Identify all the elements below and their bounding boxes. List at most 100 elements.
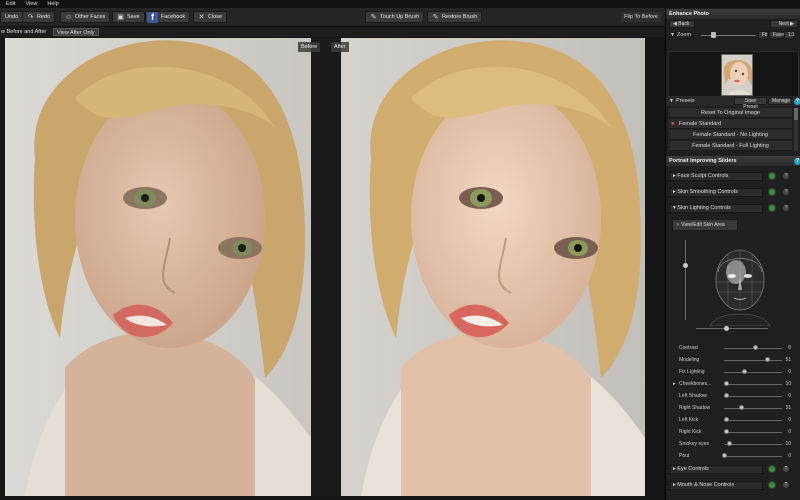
tab-before-and-after[interactable]: w Before and After [0,28,49,36]
presets-scrollbar[interactable] [794,108,798,151]
skin-smoothing-section[interactable]: ▸ Skin Smoothing Controls [669,188,763,197]
view-edit-skin-label: View/Edit Skin Area [681,222,725,228]
slider-knob[interactable] [724,429,730,434]
presets-header: ▼ Presets Save Preset Manage ? [666,96,800,110]
slider-track[interactable] [724,407,782,409]
face-sculpt-help-icon[interactable]: ? [782,172,790,180]
restore-brush-button[interactable]: ✎ Restore Brush [427,11,483,23]
slider-value: 10 [785,381,791,387]
close-icon: ✕ [198,13,205,21]
slider-track[interactable] [724,371,782,373]
slider-value: 0 [788,417,791,423]
slider-knob[interactable] [738,405,744,410]
view-edit-skin-button[interactable]: ♆ View/Edit Skin Area [672,219,738,231]
save-preset-button[interactable]: Save Preset [734,97,767,110]
slider-track[interactable] [724,455,782,457]
next-button[interactable]: Next ▶ [770,20,798,28]
light-direction-head[interactable] [706,244,774,327]
undo-label: Undo [5,14,19,20]
preset-item[interactable]: Female Standard - No Lighting [669,130,792,140]
menu-help[interactable]: Help [41,1,62,7]
light-rotation-slider[interactable] [696,328,768,329]
skin-lighting-toggle[interactable] [768,204,776,212]
slider-knob[interactable] [724,417,730,422]
mouth-nose-section[interactable]: ▸ Mouth & Nose Controls [669,481,763,490]
slider-track[interactable] [724,383,782,385]
mouth-nose-toggle[interactable] [768,481,776,489]
slider-track[interactable] [724,419,782,421]
other-faces-button[interactable]: ☺ Other Faces [60,11,111,23]
portrait-sliders-title: Portrait Improving Sliders [666,156,800,166]
eye-controls-toggle[interactable] [768,465,776,473]
redo-icon: ↷ [27,13,34,21]
close-button[interactable]: ✕ Close [193,11,228,23]
slider-value: 51 [785,357,791,363]
skin-lighting-section[interactable]: ▾ Skin Lighting Controls [669,204,763,213]
slider-knob[interactable] [765,357,770,362]
before-photo[interactable] [5,38,311,496]
view-mode-bar: w Before and After View After Only [0,27,665,37]
brush-icon: ✎ [370,13,377,21]
slider-track[interactable] [724,395,782,397]
light-rotation-knob[interactable] [724,326,729,331]
zoom-slider-knob[interactable] [711,32,716,38]
menu-view[interactable]: View [19,1,41,7]
slider-knob[interactable] [724,381,730,386]
manage-button[interactable]: Manage [768,97,792,105]
slider-knob[interactable] [741,369,747,374]
after-label: After [331,42,349,52]
enhance-photo-title: Enhance Photo [666,9,800,19]
tab-after-only[interactable]: View After Only [53,28,99,36]
skin-lighting-help-icon[interactable]: ? [782,204,790,212]
presets-help-icon[interactable]: ? [794,97,800,105]
back-button[interactable]: ◀ Back [669,20,695,28]
zoom-1to1-button[interactable]: 1:1 [784,31,795,39]
facebook-button[interactable]: f Facebook [145,11,191,23]
slider-track[interactable] [724,443,782,445]
touch-up-label: Touch Up Brush [380,14,420,20]
back-label: Back [678,21,690,27]
slider-row: ▸ Cheekbones... 10 [670,380,795,388]
collapse-presets-icon[interactable]: ▼ [669,96,674,106]
light-intensity-knob[interactable] [683,263,688,268]
sliders-help-icon[interactable]: ? [794,157,800,165]
slider-knob[interactable] [727,441,733,446]
save-button[interactable]: ▣ Save [112,11,145,23]
skin-smoothing-toggle[interactable] [768,188,776,196]
slider-knob[interactable] [721,453,727,458]
eye-controls-help-icon[interactable]: ? [782,465,790,473]
zoom-fit-button[interactable]: Fit [758,31,768,39]
slider-value: 0 [788,453,791,459]
slider-row: Left Shadow 0 [670,392,795,400]
menu-edit[interactable]: Edit [0,1,19,7]
slider-track[interactable] [724,431,782,433]
face-sculpt-toggle[interactable] [768,172,776,180]
slider-label: Cheekbones... [679,381,712,387]
slider-knob[interactable] [724,393,730,398]
navigator-preview[interactable] [668,51,799,97]
touch-up-brush-button[interactable]: ✎ Touch Up Brush [365,11,425,23]
eye-controls-section[interactable]: ▸ Eye Controls [669,465,763,474]
preset-item[interactable]: Female Standard - Full Lighting [669,141,792,151]
slider-knob[interactable] [753,345,759,350]
skin-smoothing-help-icon[interactable]: ? [782,188,790,196]
flip-to-before-button[interactable]: Flip To Before [621,12,661,22]
skin-lighting-label: Skin Lighting Controls [677,205,731,211]
preset-item[interactable]: ● Female Standard [669,119,792,129]
slider-row: Pout 0 [670,452,795,460]
preset-item[interactable]: Reset To Original Image [669,108,792,118]
facebook-label: Facebook [161,14,186,20]
mouth-nose-help-icon[interactable]: ? [782,481,790,489]
zoom-slider-track[interactable] [701,35,756,36]
undo-button[interactable]: Undo [0,11,24,23]
zoom-face-button[interactable]: Face [769,31,784,39]
face-sculpt-section[interactable]: ▸ Face Sculpt Controls [669,172,763,181]
slider-value: 8 [788,345,791,351]
menu-bar: Edit View Help [0,0,800,8]
redo-button[interactable]: ↷ Redo [22,11,56,23]
expand-icon[interactable]: ▸ [673,380,676,388]
slider-track[interactable] [724,359,782,361]
collapse-zoom-icon[interactable]: ▼ [670,31,675,40]
light-intensity-slider[interactable] [685,240,686,320]
after-photo[interactable] [341,38,645,496]
